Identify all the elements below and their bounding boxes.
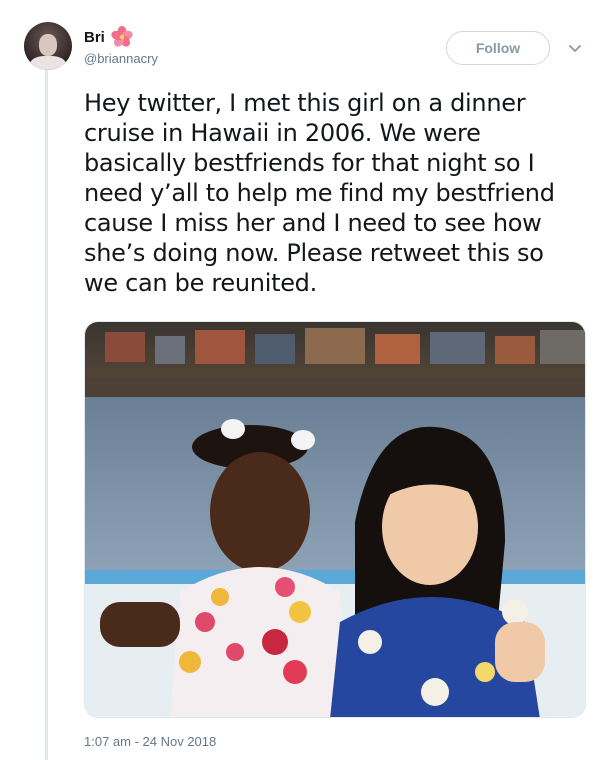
tweet-photo[interactable] [84, 321, 586, 718]
follow-button[interactable]: Follow [446, 31, 550, 65]
tweet-text-line: cruise in Hawaii in 2006. We were [84, 119, 481, 147]
author-name-row: Bri [84, 26, 133, 48]
water [85, 397, 585, 577]
tweet-text-line: Hey twitter, I met this girl on a dinner [84, 89, 526, 117]
tweet-text-line: she’s doing now. Please retweet this so [84, 239, 544, 267]
tweet-timestamp[interactable]: 1:07 am - 24 Nov 2018 [84, 734, 216, 749]
avatar[interactable] [24, 22, 72, 70]
tweet-text-line: we can be reunited. [84, 269, 317, 297]
chevron-down-icon[interactable] [567, 40, 583, 56]
tweet-text-line: cause I miss her and I need to see how [84, 209, 542, 237]
boat-railing [85, 570, 585, 584]
tweet-text-line: basically bestfriends for that night so … [84, 149, 535, 177]
thread-line [45, 70, 48, 760]
hibiscus-flower-icon [111, 26, 133, 48]
avatar-face [39, 34, 57, 56]
user-handle[interactable]: @briannacry [84, 51, 158, 66]
tweet-text-line: need y’all to help me find my bestfriend [84, 179, 555, 207]
avatar-shirt [30, 56, 66, 70]
tweet-text: Hey twitter, I met this girl on a dinner… [84, 88, 584, 298]
display-name[interactable]: Bri [84, 29, 105, 46]
